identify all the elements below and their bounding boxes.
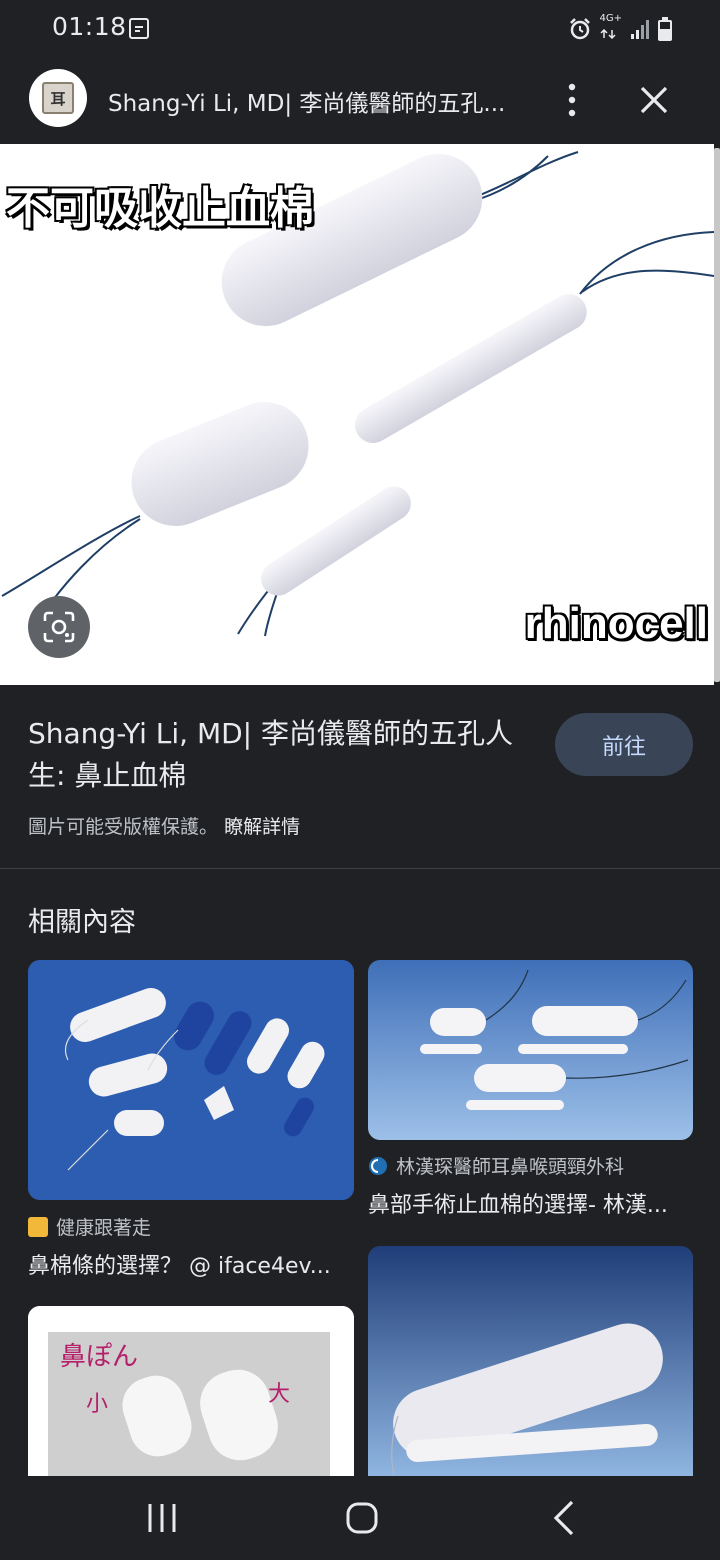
related-thumbnail-2 (368, 960, 693, 1140)
image-info: Shang-Yi Li, MD| 李尚儀醫師的五孔人生: 鼻止血棉 前往 圖片可… (0, 685, 720, 869)
alarm-icon (569, 17, 590, 39)
source-favicon-icon (369, 1156, 387, 1175)
source-name: 健康跟著走 (56, 1217, 152, 1239)
section-divider (0, 868, 720, 869)
learn-more-link[interactable]: 瞭解詳情 (224, 816, 300, 838)
screenshot-icon (129, 18, 149, 39)
image-title[interactable]: Shang-Yi Li, MD| 李尚儀醫師的五孔人生: 鼻止血棉 (28, 713, 528, 797)
network-label: 4G+ (599, 13, 623, 24)
related-card-image[interactable]: 鼻ぽん 小 大 (28, 1306, 354, 1476)
more-options-icon[interactable] (560, 82, 584, 118)
page-title[interactable]: Shang-Yi Li, MD| 李尚儀醫師的五孔... (108, 84, 528, 118)
related-card-title[interactable]: 鼻棉條的選擇？ @ iface4ev... (28, 1248, 348, 1280)
related-thumbnail-1 (28, 960, 354, 1200)
status-time: 01:18 (52, 12, 127, 41)
related-card-source[interactable]: 健康跟著走 (28, 1213, 151, 1240)
related-card-title[interactable]: 鼻部手術止血棉的選擇- 林漢... (368, 1187, 688, 1219)
related-card-image[interactable] (28, 960, 354, 1200)
copyright-text: 圖片可能受版權保護。 (28, 816, 219, 838)
viewer-header: 耳 Shang-Yi Li, MD| 李尚儀醫師的五孔... (0, 56, 720, 144)
data-arrows-icon (599, 28, 616, 40)
related-thumbnail-4 (368, 1246, 693, 1476)
thumbnail-text-3: 大 (268, 1382, 291, 1407)
site-favicon[interactable]: 耳 (29, 69, 87, 127)
related-card-image[interactable] (368, 1246, 693, 1476)
thumbnail-text-1: 鼻ぽん (60, 1342, 139, 1372)
favicon-glyph: 耳 (42, 82, 74, 114)
related-card-image[interactable] (368, 960, 693, 1140)
related-thumbnail-3 (28, 1306, 354, 1476)
source-favicon-icon (28, 1216, 48, 1237)
battery-icon (658, 16, 672, 41)
network-indicator: 4G+ (599, 13, 623, 43)
source-name: 林漢琛醫師耳鼻喉頭頸外科 (396, 1156, 625, 1178)
visit-button[interactable]: 前往 (555, 713, 693, 776)
lens-icon (43, 611, 75, 643)
copyright-notice: 圖片可能受版權保護。 瞭解詳情 (28, 812, 300, 839)
related-card-source[interactable]: 林漢琛醫師耳鼻喉頭頸外科 (368, 1152, 624, 1179)
image-brand-text: rhinocell (524, 599, 708, 648)
lens-search-button[interactable] (28, 596, 90, 658)
thumbnail-text-2: 小 (86, 1392, 109, 1417)
image-scroll-thumb[interactable] (714, 148, 720, 682)
status-icons: 4G+ (568, 13, 672, 43)
back-icon[interactable] (542, 1496, 586, 1540)
related-heading: 相關內容 (28, 907, 136, 938)
recent-apps-icon[interactable] (140, 1496, 184, 1540)
home-icon[interactable] (340, 1496, 384, 1540)
image-caption: 不可吸收止血棉 (5, 182, 315, 235)
main-image[interactable]: 不可吸收止血棉 rhinocell (0, 144, 714, 685)
close-icon[interactable] (636, 82, 672, 118)
system-nav-bar (0, 1476, 720, 1560)
signal-icon (631, 19, 649, 39)
status-bar: 01:18 4G+ (0, 0, 720, 56)
